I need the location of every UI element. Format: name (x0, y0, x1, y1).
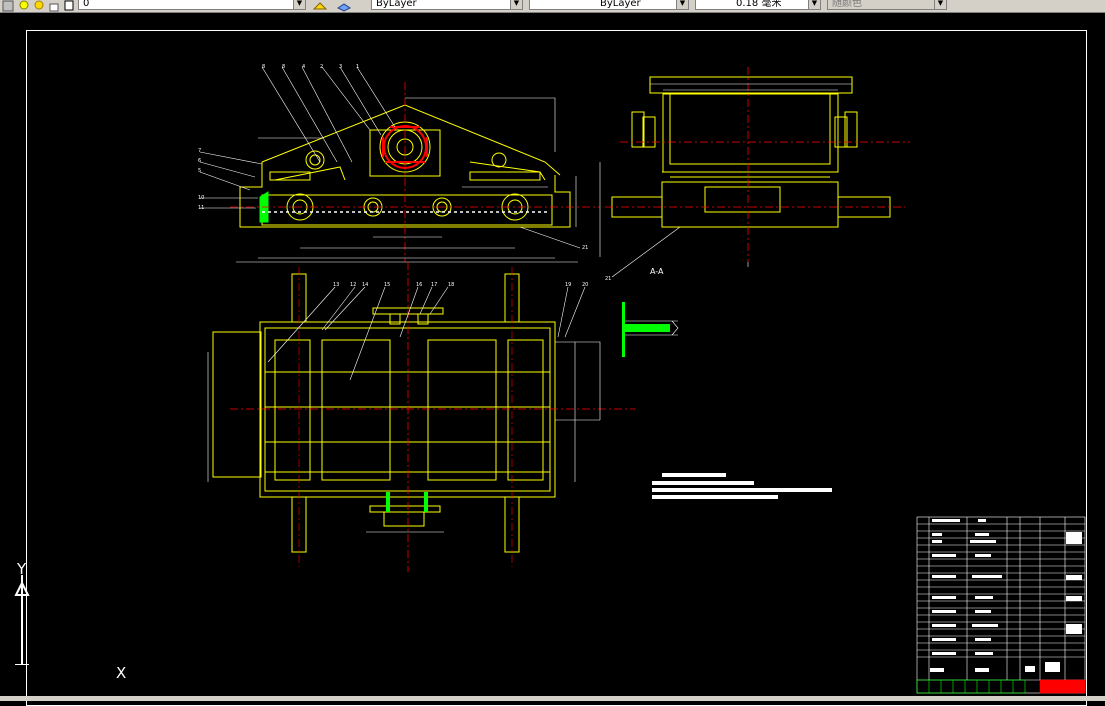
layer-name: 0 (83, 0, 90, 9)
section-label: A-A (650, 267, 664, 276)
layer-previous-icon[interactable] (337, 0, 351, 12)
note-line-3 (652, 488, 832, 492)
svg-text:21: 21 (605, 276, 611, 282)
sun-icon[interactable] (33, 0, 45, 10)
chevron-down-icon[interactable]: ▼ (934, 0, 946, 9)
chevron-down-icon[interactable]: ▼ (676, 0, 688, 9)
side-view (611, 76, 891, 228)
make-current-layer-icon[interactable] (312, 0, 328, 10)
lineweight-dropdown[interactable]: 0.18 毫米 ▼ (695, 0, 821, 10)
plotstyle-value: 随颜色 (832, 0, 862, 9)
svg-text:10: 10 (198, 195, 204, 201)
layer-dropdown[interactable]: 0 ▼ (78, 0, 306, 10)
svg-text:2: 2 (320, 64, 323, 70)
side-view-dimensions (611, 83, 852, 278)
layer-color-swatch-icon (63, 0, 75, 11)
svg-text:19: 19 (565, 282, 571, 288)
chevron-down-icon[interactable]: ▼ (510, 0, 522, 9)
svg-text:8: 8 (282, 64, 285, 70)
svg-text:7: 7 (198, 148, 201, 154)
chevron-down-icon[interactable]: ▼ (293, 0, 305, 9)
color-value: ByLayer (376, 0, 417, 9)
svg-text:12: 12 (350, 282, 356, 288)
plan-view (212, 273, 556, 553)
ucs-y-label: Y (17, 560, 27, 578)
svg-text:1: 1 (356, 64, 359, 70)
lineweight-value: 0.18 毫米 (736, 0, 782, 9)
svg-text:6: 6 (198, 158, 201, 164)
title-block-text-bars (930, 519, 1082, 672)
linetype-dropdown[interactable]: ByLayer ▼ (529, 0, 689, 10)
front-view-dimensions (199, 66, 601, 263)
note-line-1 (662, 473, 726, 477)
color-dropdown[interactable]: ByLayer ▼ (371, 0, 523, 10)
ucs-icon (14, 575, 30, 665)
section-a-a-detail (622, 302, 679, 357)
svg-text:13: 13 (333, 282, 339, 288)
svg-text:14: 14 (362, 282, 368, 288)
note-line-2 (652, 481, 754, 485)
plan-view-weld-right (424, 492, 428, 512)
command-line-area[interactable] (0, 696, 1105, 701)
svg-text:16: 16 (416, 282, 422, 288)
chevron-down-icon[interactable]: ▼ (808, 0, 820, 9)
svg-text:17: 17 (431, 282, 437, 288)
plan-view-weld-left (386, 492, 390, 512)
svg-text:3: 3 (339, 64, 342, 70)
svg-text:4: 4 (302, 64, 305, 70)
layer-state-icon[interactable] (2, 0, 14, 12)
lock-icon[interactable] (48, 0, 60, 12)
note-line-4 (652, 495, 778, 499)
plan-view-dimensions (207, 286, 601, 533)
cad-drawing: 8 8 4 2 3 1 7 6 5 10 11 21 21 13 12 14 1… (198, 64, 1086, 694)
linetype-value: ByLayer (600, 0, 641, 9)
ucs-x-label: X (116, 664, 127, 682)
svg-text:8: 8 (262, 64, 265, 70)
svg-text:21: 21 (582, 245, 588, 251)
svg-text:20: 20 (582, 282, 588, 288)
svg-text:15: 15 (384, 282, 390, 288)
lightbulb-icon[interactable] (18, 0, 30, 10)
svg-text:18: 18 (448, 282, 454, 288)
svg-text:5: 5 (198, 168, 201, 174)
svg-text:11: 11 (198, 205, 204, 211)
plotstyle-dropdown[interactable]: 随颜色 ▼ (827, 0, 947, 10)
drawing-area[interactable]: 8 8 4 2 3 1 7 6 5 10 11 21 21 13 12 14 1… (0, 12, 1105, 706)
